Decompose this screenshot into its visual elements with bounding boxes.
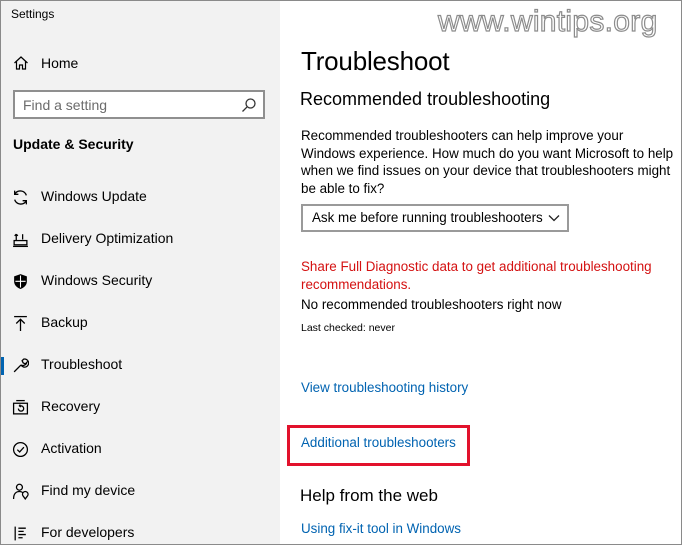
sidebar-item-label: Windows Update	[41, 188, 147, 204]
home-label: Home	[41, 55, 79, 71]
sidebar: Settings Home Update & Security Windows …	[1, 1, 280, 544]
sidebar-item-windows-update[interactable]: Windows Update	[1, 179, 280, 215]
troubleshooter-preference-dropdown[interactable]: Ask me before running troubleshooters	[301, 204, 569, 232]
sidebar-item-label: Troubleshoot	[41, 356, 123, 372]
section-title: Update & Security	[13, 136, 134, 152]
recovery-icon	[12, 399, 29, 415]
sidebar-item-windows-security[interactable]: Windows Security	[1, 263, 280, 299]
person-location-icon	[12, 483, 29, 500]
main-content: Troubleshoot Recommended troubleshooting…	[280, 1, 681, 544]
section-heading: Recommended troubleshooting	[300, 89, 551, 109]
additional-troubleshooters-link[interactable]: Additional troubleshooters	[301, 435, 456, 450]
home-icon	[14, 56, 28, 70]
home-nav-item[interactable]: Home	[1, 47, 280, 79]
watermark: www.wintips.org	[437, 4, 658, 38]
status-text: No recommended troubleshooters right now	[301, 297, 562, 312]
sidebar-item-backup[interactable]: Backup	[1, 305, 280, 341]
sidebar-item-recovery[interactable]: Recovery	[1, 389, 280, 425]
share-diagnostic-data-link[interactable]: Share Full Diagnostic data to get additi…	[301, 258, 676, 293]
shield-icon	[14, 274, 27, 289]
sidebar-item-label: Backup	[41, 314, 88, 330]
sidebar-item-label: Delivery Optimization	[41, 230, 174, 246]
settings-window: Settings Home Update & Security Windows …	[0, 0, 682, 545]
backup-icon	[14, 315, 27, 331]
view-troubleshooting-history-link[interactable]: View troubleshooting history	[301, 380, 468, 395]
search-icon[interactable]	[241, 97, 257, 113]
sidebar-item-label: Windows Security	[41, 272, 153, 288]
activation-icon	[12, 441, 29, 458]
sidebar-item-label: Recovery	[41, 398, 101, 414]
help-from-web-heading: Help from the web	[300, 486, 438, 505]
sidebar-item-for-developers[interactable]: For developers	[1, 515, 280, 544]
last-checked-text: Last checked: never	[301, 322, 395, 334]
sidebar-item-troubleshoot[interactable]: Troubleshoot	[1, 347, 280, 383]
sidebar-item-label: Find my device	[41, 482, 136, 498]
sync-icon	[14, 190, 27, 205]
wrench-icon	[13, 358, 29, 373]
search-input[interactable]	[23, 96, 233, 114]
search-box[interactable]	[13, 90, 265, 119]
sidebar-item-label: Activation	[41, 440, 102, 456]
chevron-down-icon	[548, 215, 560, 222]
sidebar-item-delivery-optimization[interactable]: Delivery Optimization	[1, 221, 280, 257]
dropdown-selected-value: Ask me before running troubleshooters	[312, 210, 543, 225]
page-title: Troubleshoot	[301, 46, 450, 76]
fix-it-tool-link[interactable]: Using fix-it tool in Windows	[301, 521, 461, 536]
window-title: Settings	[11, 7, 55, 21]
developer-icon	[14, 526, 26, 541]
sidebar-item-label: For developers	[41, 524, 135, 540]
sidebar-item-activation[interactable]: Activation	[1, 431, 280, 467]
sidebar-item-find-my-device[interactable]: Find my device	[1, 473, 280, 509]
description-text: Recommended troubleshooters can help imp…	[301, 128, 674, 196]
delivery-optimization-icon	[13, 233, 28, 248]
